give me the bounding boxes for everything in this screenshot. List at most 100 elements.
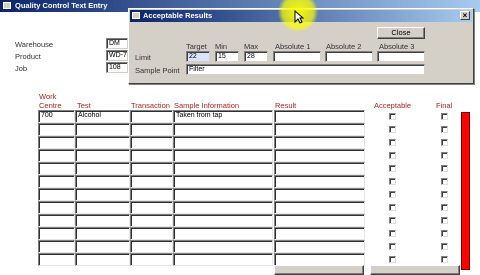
close-button[interactable]: Close — [377, 27, 425, 39]
cell-test[interactable] — [75, 149, 130, 162]
cell-work-centre[interactable] — [38, 149, 75, 162]
cell-sample-information[interactable] — [173, 149, 273, 162]
cell-sample-information[interactable] — [173, 253, 273, 266]
cell-transaction[interactable] — [130, 214, 173, 227]
cell-work-centre[interactable] — [38, 227, 75, 240]
acceptable-checkbox[interactable] — [389, 152, 396, 159]
cell-transaction[interactable] — [130, 123, 173, 136]
acceptable-checkbox[interactable] — [389, 191, 396, 198]
close-icon[interactable]: × — [460, 11, 470, 20]
cell-work-centre[interactable] — [38, 136, 75, 149]
final-checkbox[interactable] — [441, 230, 448, 237]
limit-absolute3-field[interactable] — [377, 51, 425, 62]
cell-transaction[interactable] — [130, 136, 173, 149]
cell-sample-information[interactable] — [173, 214, 273, 227]
final-checkbox[interactable] — [441, 139, 448, 146]
main-window-title: Quality Control Text Entry — [15, 1, 108, 10]
cell-transaction[interactable] — [130, 188, 173, 201]
cell-transaction[interactable] — [130, 201, 173, 214]
cell-sample-information[interactable] — [173, 201, 273, 214]
warehouse-field[interactable]: DM — [106, 38, 128, 49]
final-checkbox[interactable] — [441, 126, 448, 133]
limit-max-field[interactable]: 28 — [244, 51, 268, 62]
cell-work-centre[interactable]: 700 — [38, 110, 75, 123]
limit-min-field[interactable]: 15 — [215, 51, 239, 62]
cell-sample-information[interactable] — [173, 136, 273, 149]
limit-absolute1-field[interactable] — [273, 51, 321, 62]
cell-transaction[interactable] — [130, 253, 173, 266]
bottom-button-1[interactable] — [274, 265, 364, 275]
final-checkbox[interactable] — [441, 217, 448, 224]
final-checkbox[interactable] — [441, 165, 448, 172]
cell-work-centre[interactable] — [38, 162, 75, 175]
final-checkbox[interactable] — [441, 152, 448, 159]
acceptable-checkbox[interactable] — [389, 139, 396, 146]
cell-work-centre[interactable] — [38, 201, 75, 214]
acceptable-checkbox[interactable] — [389, 178, 396, 185]
cell-test[interactable] — [75, 136, 130, 149]
cell-work-centre[interactable] — [38, 123, 75, 136]
sample-point-field[interactable]: Filter — [186, 64, 425, 75]
final-checkbox[interactable] — [441, 191, 448, 198]
cell-transaction[interactable] — [130, 149, 173, 162]
product-field[interactable]: WD-7 — [106, 50, 128, 61]
final-checkbox[interactable] — [441, 204, 448, 211]
grid-scrollbar[interactable] — [461, 112, 470, 270]
cell-work-centre[interactable] — [38, 188, 75, 201]
cell-sample-information[interactable] — [173, 175, 273, 188]
acceptable-checkbox[interactable] — [389, 165, 396, 172]
cell-sample-information[interactable]: Taken from tap — [173, 110, 273, 123]
cell-result[interactable] — [274, 162, 365, 175]
cell-sample-information[interactable] — [173, 240, 273, 253]
cell-test[interactable] — [75, 175, 130, 188]
cell-result[interactable] — [274, 136, 365, 149]
cell-transaction[interactable] — [130, 227, 173, 240]
cell-sample-information[interactable] — [173, 188, 273, 201]
cell-transaction[interactable] — [130, 175, 173, 188]
cell-result[interactable] — [274, 240, 365, 253]
acceptable-checkbox[interactable] — [389, 113, 396, 120]
cell-result[interactable] — [274, 175, 365, 188]
final-checkbox[interactable] — [441, 256, 448, 263]
cell-sample-information[interactable] — [173, 162, 273, 175]
cell-work-centre[interactable] — [38, 175, 75, 188]
cell-result[interactable] — [274, 201, 365, 214]
cell-test[interactable] — [75, 188, 130, 201]
acceptable-checkbox[interactable] — [389, 217, 396, 224]
cell-work-centre[interactable] — [38, 214, 75, 227]
cell-test[interactable] — [75, 227, 130, 240]
cell-test[interactable] — [75, 240, 130, 253]
cell-work-centre[interactable] — [38, 240, 75, 253]
cell-test[interactable]: Alcohol — [75, 110, 130, 123]
cell-test[interactable] — [75, 253, 130, 266]
cell-work-centre[interactable] — [38, 253, 75, 266]
final-checkbox[interactable] — [441, 243, 448, 250]
acceptable-checkbox[interactable] — [389, 204, 396, 211]
acceptable-checkbox[interactable] — [389, 243, 396, 250]
col-min-label: Min — [215, 42, 228, 51]
cell-result[interactable] — [274, 110, 365, 123]
job-field[interactable]: 108 — [106, 62, 128, 73]
cell-sample-information[interactable] — [173, 227, 273, 240]
acceptable-checkbox[interactable] — [389, 126, 396, 133]
cell-test[interactable] — [75, 214, 130, 227]
final-checkbox[interactable] — [441, 178, 448, 185]
cell-result[interactable] — [274, 123, 365, 136]
cell-result[interactable] — [274, 188, 365, 201]
acceptable-checkbox[interactable] — [389, 230, 396, 237]
cell-test[interactable] — [75, 162, 130, 175]
final-checkbox[interactable] — [441, 113, 448, 120]
cell-transaction[interactable] — [130, 110, 173, 123]
cell-sample-information[interactable] — [173, 123, 273, 136]
cell-result[interactable] — [274, 227, 365, 240]
cell-transaction[interactable] — [130, 162, 173, 175]
cell-test[interactable] — [75, 123, 130, 136]
cell-result[interactable] — [274, 214, 365, 227]
acceptable-checkbox[interactable] — [389, 256, 396, 263]
bottom-button-2[interactable] — [370, 265, 460, 275]
cell-transaction[interactable] — [130, 240, 173, 253]
limit-target-field[interactable]: 22 — [186, 51, 210, 62]
limit-absolute2-field[interactable] — [325, 51, 373, 62]
cell-result[interactable] — [274, 149, 365, 162]
cell-test[interactable] — [75, 201, 130, 214]
